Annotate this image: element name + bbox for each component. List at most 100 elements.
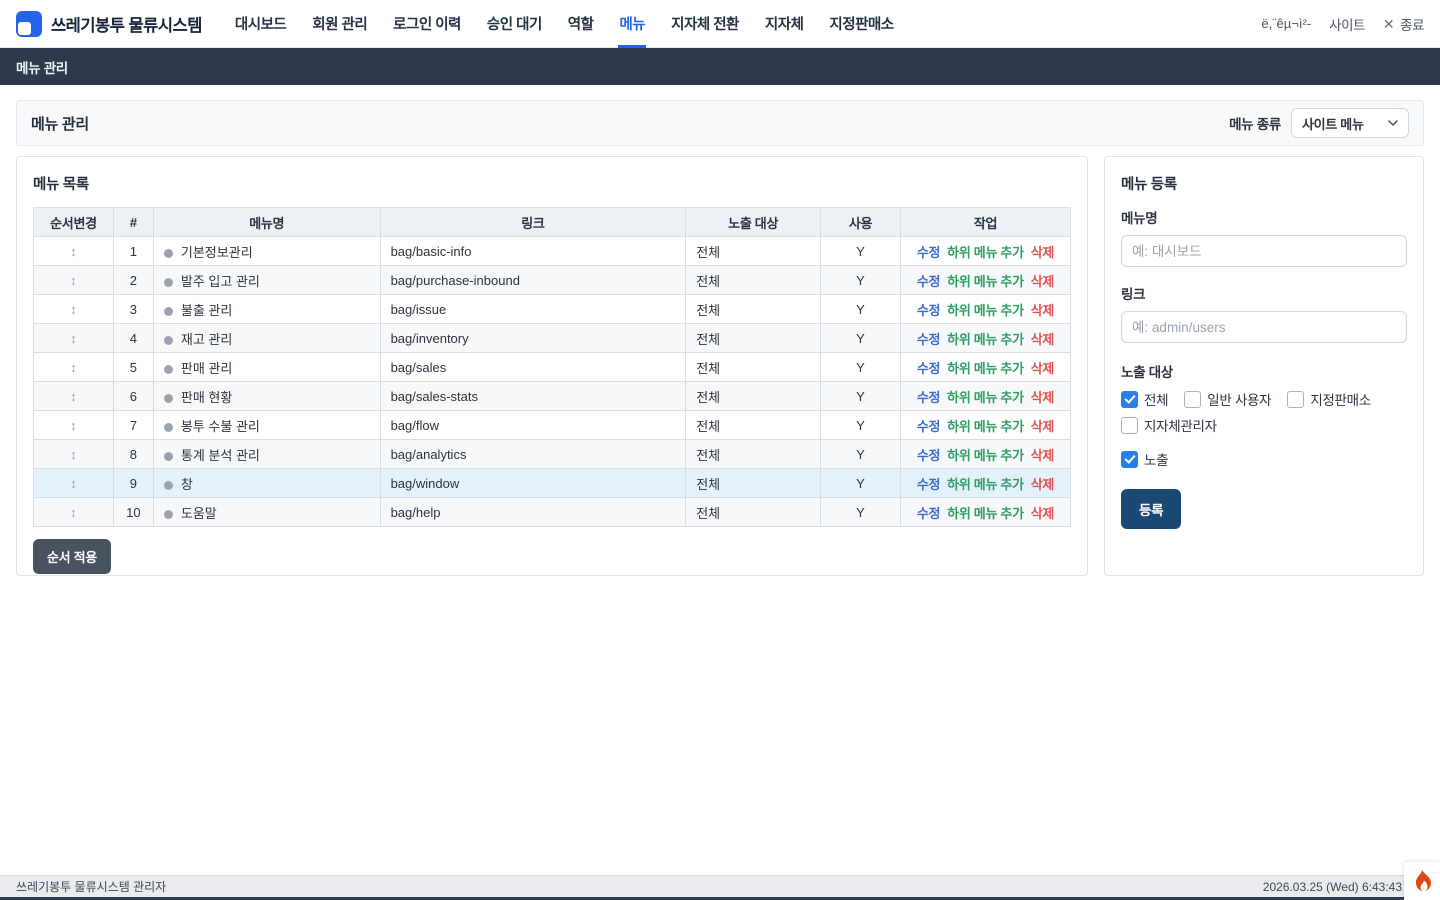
checkbox-unchecked-icon (1121, 417, 1138, 434)
actions-cell: 수정 하위 메뉴 추가 삭제 (900, 498, 1070, 527)
delete-link[interactable]: 삭제 (1031, 303, 1054, 318)
menu-name-cell: 기본정보관리 (153, 237, 380, 266)
edit-link[interactable]: 수정 (917, 245, 940, 260)
nav-item[interactable]: 지자체 전환 (660, 0, 750, 48)
edit-link[interactable]: 수정 (917, 361, 940, 376)
nav-item[interactable]: 지정판매소 (818, 0, 904, 48)
close-icon: ✕ (1383, 17, 1394, 31)
row-number: 5 (113, 353, 153, 382)
brand[interactable]: 쓰레기봉투 물류시스템 (16, 11, 202, 37)
menu-link-input[interactable] (1121, 311, 1407, 343)
delete-link[interactable]: 삭제 (1031, 448, 1054, 463)
nav-item[interactable]: 메뉴 (608, 0, 656, 48)
target-checkbox[interactable]: 전체 (1121, 389, 1168, 409)
add-submenu-link[interactable]: 하위 메뉴 추가 (947, 361, 1024, 376)
delete-link[interactable]: 삭제 (1031, 506, 1054, 521)
table-row: ↕9창bag/window전체Y수정하위 메뉴 추가삭제 (34, 469, 1071, 498)
add-submenu-link[interactable]: 하위 메뉴 추가 (947, 274, 1024, 289)
add-submenu-link[interactable]: 하위 메뉴 추가 (947, 390, 1024, 405)
add-submenu-link[interactable]: 하위 메뉴 추가 (947, 245, 1024, 260)
visible-checkbox[interactable]: 노출 (1121, 449, 1407, 469)
nav-item[interactable]: 로그인 이력 (382, 0, 472, 48)
edit-link[interactable]: 수정 (917, 477, 940, 492)
drag-handle-icon[interactable]: ↕ (70, 505, 77, 520)
delete-link[interactable]: 삭제 (1031, 274, 1054, 289)
actions-cell: 수정 하위 메뉴 추가 삭제 (900, 411, 1070, 440)
drag-handle-icon[interactable]: ↕ (70, 244, 77, 259)
drag-handle-icon[interactable]: ↕ (70, 447, 77, 462)
target-checkbox[interactable]: 지자체관리자 (1121, 415, 1217, 435)
nav-item[interactable]: 지자체 (754, 0, 815, 48)
menu-list-card: 메뉴 목록 순서변경#메뉴명링크노출 대상사용작업 ↕1기본정보관리bag/ba… (16, 156, 1088, 576)
edit-link[interactable]: 수정 (917, 506, 940, 521)
user-name: ë,¨êµ¬ì²- (1261, 16, 1311, 31)
flame-icon (1412, 869, 1432, 893)
drag-handle-icon[interactable]: ↕ (70, 302, 77, 317)
app-logo-icon (16, 11, 42, 37)
use-cell: Y (821, 237, 901, 266)
nav-item[interactable]: 회원 관리 (301, 0, 378, 48)
add-submenu-link[interactable]: 하위 메뉴 추가 (947, 332, 1024, 347)
checkbox-unchecked-icon (1287, 391, 1304, 408)
add-submenu-link[interactable]: 하위 메뉴 추가 (947, 448, 1024, 463)
add-submenu-link[interactable]: 하위 메뉴 추가 (947, 419, 1024, 434)
drag-handle-icon[interactable]: ↕ (70, 389, 77, 404)
menu-table-body: ↕1기본정보관리bag/basic-info전체Y수정하위 메뉴 추가삭제↕2발… (34, 237, 1071, 527)
nav-item[interactable]: 승인 대기 (476, 0, 553, 48)
menu-link-label: 링크 (1121, 283, 1407, 303)
drag-handle-icon[interactable]: ↕ (70, 476, 77, 491)
add-submenu-link[interactable]: 하위 메뉴 추가 (947, 303, 1024, 318)
checkbox-checked-icon (1121, 451, 1138, 468)
delete-link[interactable]: 삭제 (1031, 245, 1054, 260)
delete-link[interactable]: 삭제 (1031, 390, 1054, 405)
bullet-icon (164, 510, 173, 519)
register-button[interactable]: 등록 (1121, 489, 1181, 529)
delete-link[interactable]: 삭제 (1031, 332, 1054, 347)
top-navigation-bar: 쓰레기봉투 물류시스템 대시보드회원 관리로그인 이력승인 대기역할메뉴지자체 … (0, 0, 1440, 48)
logout-button[interactable]: ✕ 종료 (1383, 14, 1424, 34)
add-submenu-link[interactable]: 하위 메뉴 추가 (947, 477, 1024, 492)
menu-link-cell: bag/issue (380, 295, 686, 324)
menu-link-cell: bag/flow (380, 411, 686, 440)
target-cell: 전체 (686, 237, 821, 266)
edit-link[interactable]: 수정 (917, 448, 940, 463)
add-submenu-link[interactable]: 하위 메뉴 추가 (947, 506, 1024, 521)
drag-handle-icon[interactable]: ↕ (70, 360, 77, 375)
apply-order-button[interactable]: 순서 적용 (33, 539, 111, 574)
target-cell: 전체 (686, 295, 821, 324)
row-number: 4 (113, 324, 153, 353)
menu-name-cell: 창 (153, 469, 380, 498)
main-content: 메뉴 목록 순서변경#메뉴명링크노출 대상사용작업 ↕1기본정보관리bag/ba… (16, 156, 1424, 576)
row-number: 7 (113, 411, 153, 440)
menu-type-select[interactable]: 사이트 메뉴 (1291, 108, 1409, 138)
drag-handle-icon[interactable]: ↕ (70, 273, 77, 288)
menu-register-card: 메뉴 등록 메뉴명 링크 노출 대상 전체일반 사용자지정판매소지자체관리자 노… (1104, 156, 1424, 576)
logout-label: 종료 (1400, 14, 1424, 34)
column-header: 노출 대상 (686, 208, 821, 237)
menu-link-cell: bag/analytics (380, 440, 686, 469)
target-checkbox[interactable]: 일반 사용자 (1184, 389, 1271, 409)
edit-link[interactable]: 수정 (917, 332, 940, 347)
footer-admin-text: 쓰레기봉투 물류시스템 관리자 (16, 878, 166, 895)
delete-link[interactable]: 삭제 (1031, 419, 1054, 434)
target-checkbox[interactable]: 지정판매소 (1287, 389, 1371, 409)
drag-handle-icon[interactable]: ↕ (70, 418, 77, 433)
debug-toolbar-button[interactable] (1404, 862, 1440, 900)
row-number: 8 (113, 440, 153, 469)
menu-name-input[interactable] (1121, 235, 1407, 267)
nav-item[interactable]: 역할 (557, 0, 605, 48)
menu-link-cell: bag/window (380, 469, 686, 498)
menu-link-cell: bag/sales (380, 353, 686, 382)
edit-link[interactable]: 수정 (917, 390, 940, 405)
breadcrumb-title: 메뉴 관리 (16, 57, 68, 77)
edit-link[interactable]: 수정 (917, 419, 940, 434)
column-header: 링크 (380, 208, 686, 237)
edit-link[interactable]: 수정 (917, 274, 940, 289)
site-link[interactable]: 사이트 (1329, 14, 1365, 34)
use-cell: Y (821, 266, 901, 295)
drag-handle-icon[interactable]: ↕ (70, 331, 77, 346)
delete-link[interactable]: 삭제 (1031, 361, 1054, 376)
edit-link[interactable]: 수정 (917, 303, 940, 318)
nav-item[interactable]: 대시보드 (224, 0, 297, 48)
delete-link[interactable]: 삭제 (1031, 477, 1054, 492)
